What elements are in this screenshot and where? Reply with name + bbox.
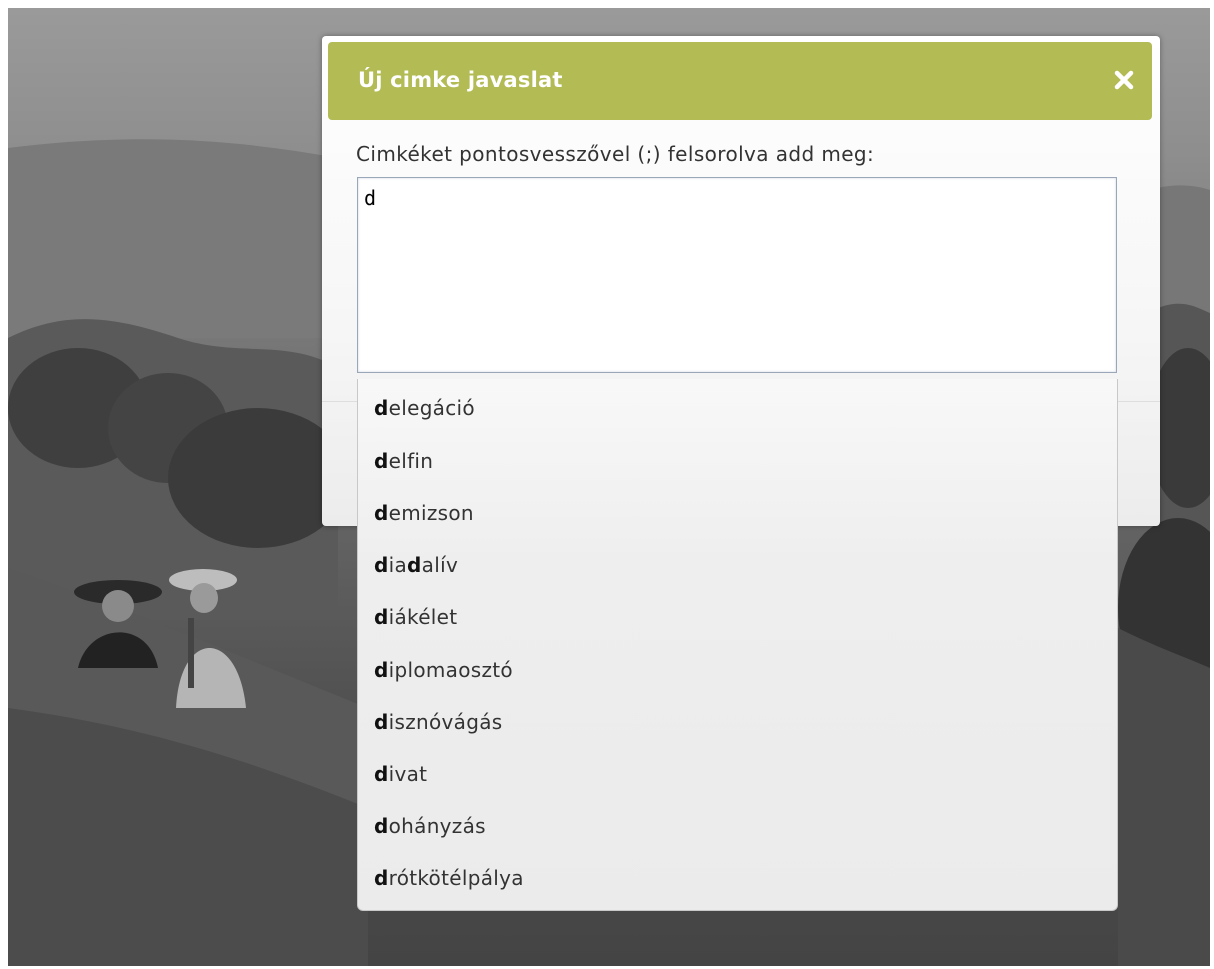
- rest-text: isznóvágás: [388, 710, 503, 734]
- rest-text: iplomaosztó: [388, 658, 513, 682]
- match-text: d: [374, 658, 389, 682]
- rest-text: elegáció: [388, 396, 475, 420]
- match-text: d: [374, 762, 389, 786]
- rest-text: ia: [388, 553, 408, 577]
- tags-textarea[interactable]: [357, 177, 1117, 373]
- rest-text: iákélet: [388, 605, 458, 629]
- rest-text: elfin: [388, 449, 434, 473]
- autocomplete-item[interactable]: delegáció: [374, 382, 475, 434]
- rest-text: alív: [421, 553, 459, 577]
- autocomplete-item[interactable]: delfin: [374, 435, 433, 487]
- autocomplete-list: delegáció delfin demizson diadalív diáké…: [357, 379, 1118, 911]
- match-text: d: [374, 866, 389, 890]
- autocomplete-item[interactable]: diákélet: [374, 591, 457, 643]
- rest-text: ohányzás: [388, 814, 486, 838]
- close-icon: [1114, 70, 1134, 90]
- autocomplete-item[interactable]: demizson: [374, 487, 474, 539]
- rest-text: ivat: [388, 762, 428, 786]
- tags-instruction-label: Cimkéket pontosvesszővel (;) felsorolva …: [356, 142, 875, 166]
- match-text: d: [374, 605, 389, 629]
- autocomplete-item[interactable]: disznóvágás: [374, 696, 502, 748]
- autocomplete-item[interactable]: divat: [374, 748, 427, 800]
- match-text: d: [374, 501, 389, 525]
- match-text: d: [374, 814, 389, 838]
- dialog-title: Új cimke javaslat: [358, 68, 563, 92]
- autocomplete-item[interactable]: diadalív: [374, 539, 458, 591]
- rest-text: rótkötélpálya: [388, 866, 524, 890]
- match-text: d: [374, 710, 389, 734]
- match-text: d: [374, 553, 389, 577]
- autocomplete-item[interactable]: diplomaosztó: [374, 644, 513, 696]
- autocomplete-item[interactable]: drótkötélpálya: [374, 852, 524, 904]
- match-text: d: [374, 449, 389, 473]
- match-text: d: [374, 396, 389, 420]
- dialog-header: Új cimke javaslat: [328, 42, 1152, 120]
- rest-text: emizson: [388, 501, 474, 525]
- autocomplete-item[interactable]: dohányzás: [374, 800, 486, 852]
- screen: Új cimke javaslat Cimkéket pontosvesszőv…: [0, 0, 1214, 969]
- match-text: d: [407, 553, 422, 577]
- close-button[interactable]: [1110, 66, 1138, 94]
